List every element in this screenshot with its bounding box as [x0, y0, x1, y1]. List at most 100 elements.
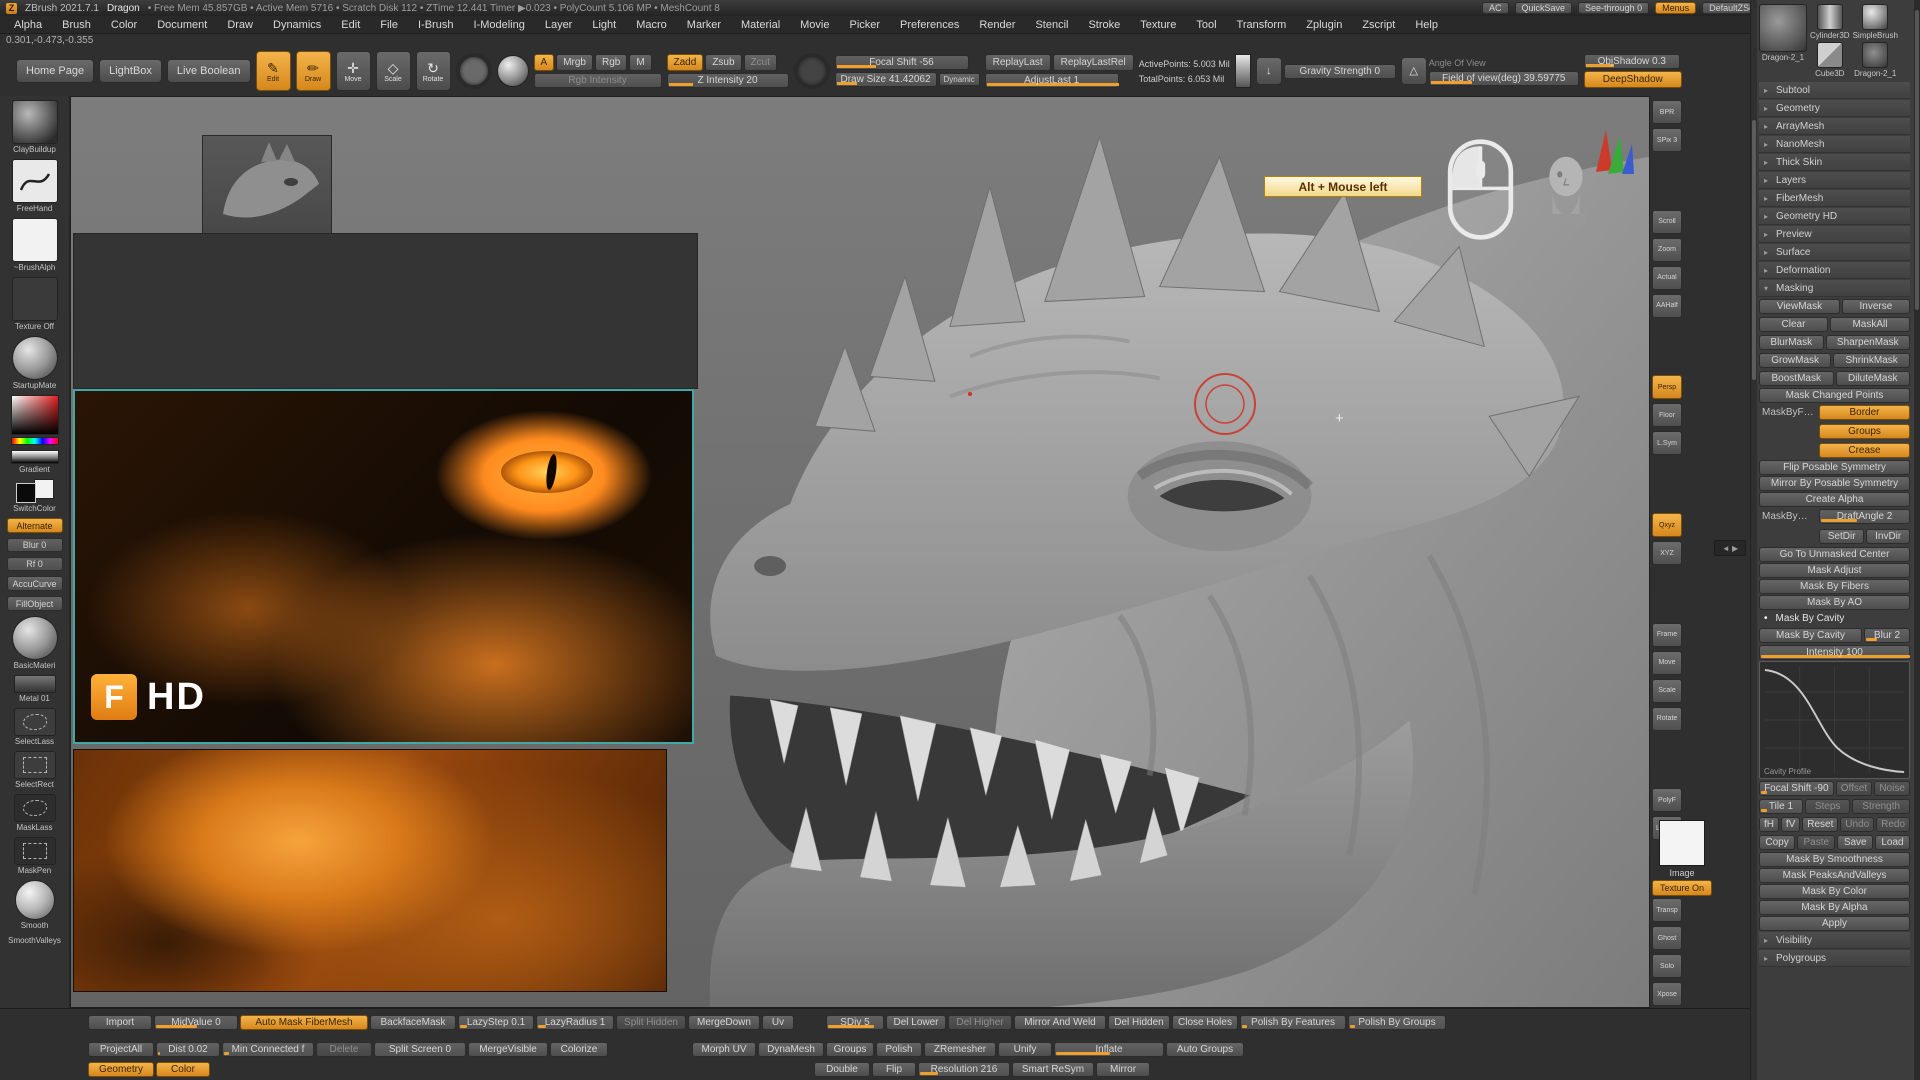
qxyz[interactable]: Qxyz: [1652, 513, 1682, 537]
bpr[interactable]: BPR: [1652, 100, 1682, 124]
alpha-strip-icon[interactable]: [1235, 54, 1251, 88]
inflate[interactable]: Inflate: [1054, 1042, 1164, 1057]
zplugin[interactable]: Zplugin: [1296, 16, 1352, 33]
rf-slider[interactable]: Rf 0: [7, 557, 63, 571]
color[interactable]: Color: [101, 16, 147, 33]
freehand-stroke-icon[interactable]: [12, 159, 58, 203]
quicksave-button[interactable]: QuickSave: [1515, 2, 1573, 14]
fibermesh-section[interactable]: FiberMesh: [1759, 190, 1910, 207]
draw-button[interactable]: ✏ Draw: [296, 51, 331, 91]
smooth-valleys-label[interactable]: SmoothValleys: [8, 936, 61, 945]
groups[interactable]: Groups: [826, 1042, 874, 1057]
transform[interactable]: Transform: [1227, 16, 1297, 33]
basic-material-icon[interactable]: [12, 616, 58, 660]
projectall[interactable]: ProjectAll: [88, 1042, 154, 1057]
min-connected-f[interactable]: Min Connected f: [222, 1042, 314, 1057]
apply[interactable]: Apply: [1759, 916, 1910, 931]
tile-1[interactable]: Tile 1: [1759, 799, 1803, 814]
geometry[interactable]: Geometry: [88, 1062, 154, 1077]
primary-color-swatch[interactable]: [16, 483, 36, 503]
smooth-brush[interactable]: Smooth: [15, 880, 55, 930]
mask-by-fibers[interactable]: Mask By Fibers: [1759, 579, 1910, 594]
obj-shadow-slider[interactable]: ObjShadow 0.3: [1584, 54, 1680, 69]
flip-posable-symmetry[interactable]: Flip Posable Symmetry: [1759, 460, 1910, 475]
polish-by-features[interactable]: Polish By Features: [1240, 1015, 1346, 1030]
select-rect-icon[interactable]: [14, 751, 56, 779]
mergevisible[interactable]: MergeVisible: [468, 1042, 548, 1057]
help[interactable]: Help: [1405, 16, 1448, 33]
stencil[interactable]: Stencil: [1025, 16, 1078, 33]
alpha[interactable]: Alpha: [4, 16, 52, 33]
reference-image-selected[interactable]: F HD: [73, 389, 694, 744]
see-through-slider[interactable]: See-through 0: [1578, 2, 1649, 14]
dynamic-toggle[interactable]: Dynamic: [939, 73, 980, 86]
polish[interactable]: Polish: [876, 1042, 922, 1057]
create-alpha[interactable]: Create Alpha: [1759, 492, 1910, 507]
brush-selector[interactable]: ClayBuildup: [12, 100, 58, 154]
texture-selector[interactable]: Texture Off: [12, 277, 58, 331]
lightbox-button[interactable]: LightBox: [99, 59, 162, 83]
polish-by-groups[interactable]: Polish By Groups: [1348, 1015, 1446, 1030]
texture-on-button[interactable]: Texture On: [1652, 880, 1712, 896]
mergedown[interactable]: MergeDown: [688, 1015, 760, 1030]
blur-2[interactable]: Blur 2: [1864, 628, 1910, 643]
go-to-unmasked-center[interactable]: Go To Unmasked Center: [1759, 547, 1910, 562]
zsub-button[interactable]: Zsub: [705, 54, 741, 71]
del-lower[interactable]: Del Lower: [886, 1015, 946, 1030]
panel-scrollbar[interactable]: [1914, 0, 1920, 1080]
color-swatches[interactable]: [12, 479, 58, 503]
del-hidden[interactable]: Del Hidden: [1108, 1015, 1170, 1030]
draw-size-slider[interactable]: Draw Size 41.42062: [835, 72, 937, 87]
metal-material-icon[interactable]: [14, 675, 56, 693]
backfacemask[interactable]: BackfaceMask: [370, 1015, 456, 1030]
boostmask[interactable]: BoostMask: [1759, 371, 1834, 386]
mask-lasso-tool[interactable]: MaskLass: [14, 794, 56, 832]
rotate[interactable]: Rotate: [1652, 707, 1682, 731]
preview-section[interactable]: Preview: [1759, 226, 1910, 243]
arraymesh-section[interactable]: ArrayMesh: [1759, 118, 1910, 135]
cube3d-tool-card[interactable]: Cube3D: [1810, 42, 1850, 78]
stroke-selector[interactable]: FreeHand: [12, 159, 58, 213]
load[interactable]: Load: [1875, 835, 1910, 850]
panel-scrollbar-thumb[interactable]: [1915, 10, 1919, 310]
sharpenmask[interactable]: SharpenMask: [1826, 335, 1911, 350]
brush[interactable]: Brush: [52, 16, 101, 33]
switch-color-widget[interactable]: SwitchColor: [12, 479, 58, 513]
flip[interactable]: Flip: [872, 1062, 916, 1077]
dynamics[interactable]: Dynamics: [263, 16, 331, 33]
gravity-strength-slider[interactable]: Gravity Strength 0: [1284, 64, 1396, 79]
split-screen-0[interactable]: Split Screen 0: [374, 1042, 466, 1057]
edit-button[interactable]: ✎ Edit: [256, 51, 291, 91]
spix-3[interactable]: SPix 3: [1652, 128, 1682, 152]
document-thumbnail[interactable]: [202, 135, 332, 241]
mask-by-cavity[interactable]: Mask By Cavity: [1759, 628, 1862, 643]
tool[interactable]: Tool: [1186, 16, 1226, 33]
mirror-by-posable-symmetry[interactable]: Mirror By Posable Symmetry: [1759, 476, 1910, 491]
gradient-widget[interactable]: Gradient: [11, 450, 59, 474]
geometry-section[interactable]: Geometry: [1759, 100, 1910, 117]
gradient-strip[interactable]: [11, 450, 59, 464]
lazystep-0-1[interactable]: LazyStep 0.1: [458, 1015, 534, 1030]
i-modeling[interactable]: I-Modeling: [463, 16, 534, 33]
border[interactable]: Border: [1819, 405, 1910, 420]
lazyradius-1[interactable]: LazyRadius 1: [536, 1015, 614, 1030]
smart-resym[interactable]: Smart ReSym: [1012, 1062, 1094, 1077]
xpose[interactable]: Xpose: [1652, 982, 1682, 1006]
rgb-intensity-slider[interactable]: Rgb Intensity: [534, 73, 662, 88]
mirror-and-weld[interactable]: Mirror And Weld: [1014, 1015, 1106, 1030]
rotate-button[interactable]: ↻ Rotate: [416, 51, 451, 91]
dynamesh[interactable]: DynaMesh: [758, 1042, 824, 1057]
mask-pen-tool[interactable]: MaskPen: [14, 837, 56, 875]
zoom[interactable]: Zoom: [1652, 238, 1682, 262]
file[interactable]: File: [370, 16, 408, 33]
basic-material-selector[interactable]: BasicMateri: [12, 616, 58, 670]
ghost[interactable]: Ghost: [1652, 926, 1682, 950]
mask-by-smoothness[interactable]: Mask By Smoothness: [1759, 852, 1910, 867]
l-sym[interactable]: L.Sym: [1652, 431, 1682, 455]
maskall[interactable]: MaskAll: [1830, 317, 1910, 332]
texture-off-icon[interactable]: [12, 277, 58, 321]
save[interactable]: Save: [1837, 835, 1873, 850]
invdir[interactable]: InvDir: [1866, 529, 1910, 544]
intensity-100[interactable]: Intensity 100: [1759, 645, 1910, 660]
auto-groups[interactable]: Auto Groups: [1166, 1042, 1244, 1057]
